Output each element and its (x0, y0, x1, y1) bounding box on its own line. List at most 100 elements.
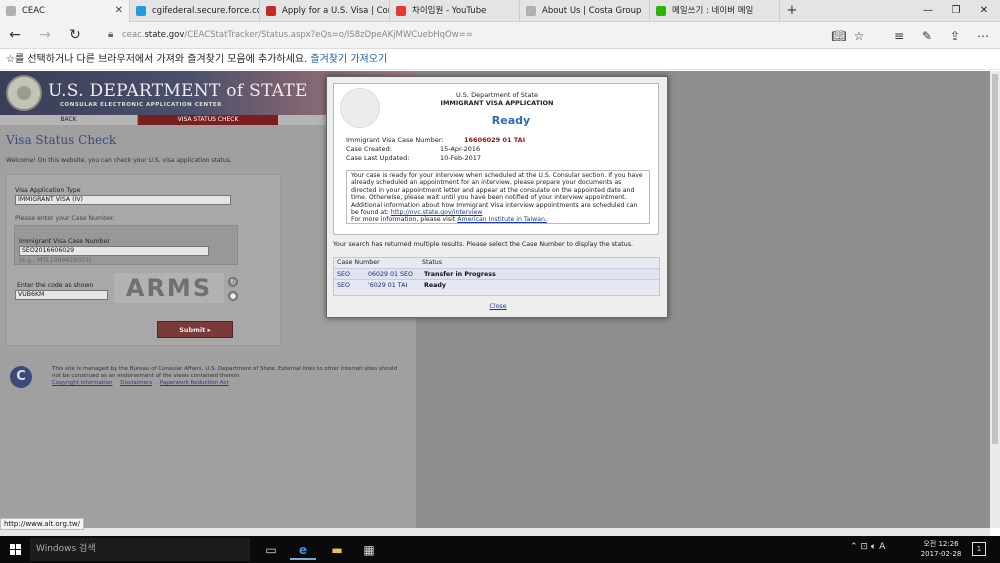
status-header: Status (422, 259, 443, 266)
case-number-box: Immigrant Visa Case Number SEO2016606029… (14, 225, 238, 265)
system-tray[interactable]: ⌃ ⊡ 🔈︎ A (850, 542, 885, 552)
tab-label: Apply for a U.S. Visa | Conta (282, 6, 390, 16)
hub-icon[interactable]: ≡ (890, 27, 908, 45)
modal-app-type: IMMIGRANT VISA APPLICATION (440, 99, 554, 107)
status-form: Visa Application Type IMMIGRANT VISA (IV… (6, 174, 281, 346)
nvc-interview-link[interactable]: http://nvc.state.gov/interview (391, 209, 483, 216)
table-row[interactable]: SEO 06029 01 SEO Transfer in Progress (334, 268, 659, 279)
dept-subtitle: CONSULAR ELECTRONIC APPLICATION CENTER (60, 102, 222, 108)
show-hidden-icon[interactable]: ⌃ (850, 542, 858, 552)
status-message: Your case is ready for your interview wh… (346, 170, 650, 224)
edge-icon[interactable]: e (290, 540, 316, 560)
case-updated-label: Case Last Updated: (346, 154, 410, 162)
minimize-button[interactable]: — (914, 0, 942, 22)
tab-bar: CEAC ✕ cgifederal.secure.force.com Apply… (0, 0, 1000, 22)
naver-favicon-icon (656, 6, 666, 16)
tab-label: cgifederal.secure.force.com (152, 6, 260, 16)
paperwork-link[interactable]: Paperwork Reduction Act (160, 380, 229, 386)
file-explorer-icon[interactable]: ▬ (324, 540, 350, 560)
tab-label: About Us | Costa Group (542, 6, 642, 16)
app-type-label: Visa Application Type (15, 187, 81, 194)
favorites-hint: ☆를 선택하거나 다른 브라우저에서 가져와 즐겨찾기 모음에 추가하세요. (6, 54, 311, 65)
arrow-right-icon: ▸ (207, 326, 211, 334)
page-footer: C This site is managed by the Bureau of … (0, 354, 416, 394)
task-view-icon[interactable]: ▭ (258, 540, 284, 560)
reading-view-icon[interactable]: 📖︎ (830, 27, 848, 45)
multiple-results-text: Your search has returned multiple result… (333, 241, 633, 248)
case-number-header: Case Number (337, 259, 380, 266)
app-type-select[interactable]: IMMIGRANT VISA (IV) (15, 195, 231, 205)
tab-ceac[interactable]: CEAC ✕ (0, 0, 130, 22)
windows-start-icon[interactable] (10, 544, 22, 556)
table-row[interactable]: SEO '6029 01 TAI Ready (334, 279, 659, 290)
tab-naver-mail[interactable]: 메일쓰기 : 네이버 메일 (650, 0, 780, 22)
case-created-label: Case Created: (346, 145, 392, 153)
tab-label: 차이임원 - YouTube (412, 6, 487, 16)
case-number-value: 16606029 01 TAI (464, 136, 526, 144)
horizontal-scrollbar[interactable] (0, 528, 990, 536)
navigation-bar: ← → ↻ 🔒︎ ceac.state.gov/CEACStatTracker/… (0, 22, 1000, 49)
close-tab-icon[interactable]: ✕ (115, 0, 123, 22)
action-center-icon[interactable]: 1 (972, 542, 986, 556)
clock[interactable]: 오전 12:26 2017-02-28 (918, 539, 964, 559)
favorites-bar: ☆를 선택하거나 다른 브라우저에서 가져와 즐겨찾기 모음에 추가하세요. 즐… (0, 49, 1000, 70)
forward-arrow-icon[interactable]: → (34, 26, 56, 44)
tab-label: CEAC (22, 6, 45, 16)
favorite-star-icon[interactable]: ☆ (850, 27, 868, 45)
address-bar[interactable]: ceac.state.gov/CEACStatTracker/Status.as… (122, 30, 473, 40)
captcha-input[interactable]: VUB6KM (15, 290, 108, 300)
ime-icon[interactable]: A (879, 542, 885, 552)
store-icon[interactable]: ▦ (356, 540, 382, 560)
consular-logo-icon: C (10, 366, 32, 388)
refresh-icon[interactable]: ↻ (64, 26, 86, 44)
submit-button[interactable]: Submit ▸ (157, 321, 233, 338)
close-window-button[interactable]: ✕ (970, 0, 998, 22)
case-updated-value: 10-Feb-2017 (440, 154, 482, 162)
page-overlay: U.S. DEPARTMENT of STATE CONSULAR ELECTR… (0, 71, 990, 528)
results-table: Case Number Status SEO 06029 01 SEO Tran… (333, 257, 660, 296)
volume-icon[interactable]: 🔈︎ (871, 542, 876, 552)
copyright-link[interactable]: Copyright Information (52, 380, 112, 386)
windows-search-box[interactable]: Windows 검색 (30, 538, 250, 561)
submit-label: Submit (179, 326, 206, 334)
captcha-image: ARMS (114, 273, 224, 303)
web-note-icon[interactable]: ✎ (918, 27, 936, 45)
back-link[interactable]: BACK (0, 115, 138, 125)
modal-dept: U.S. Department of State (455, 91, 539, 99)
case-number-input[interactable]: SEO2016606029 (19, 246, 209, 256)
ait-link[interactable]: American Institute in Taiwan. (457, 216, 547, 223)
case-post[interactable]: SEO (337, 280, 350, 291)
network-icon[interactable]: ⊡ (860, 542, 868, 552)
scrollbar-thumb[interactable] (992, 74, 998, 444)
browser-window: CEAC ✕ cgifederal.secure.force.com Apply… (0, 0, 1000, 563)
close-link[interactable]: Close (327, 303, 669, 310)
import-favorites-link[interactable]: 즐겨찾기 가져오기 (310, 54, 387, 65)
taskbar: Windows 검색 ▭ e ▬ ▦ ⌃ ⊡ 🔈︎ A 오전 12:26 2017… (0, 536, 1000, 563)
tab-youtube[interactable]: 차이임원 - YouTube (390, 0, 520, 22)
restore-button[interactable]: ❐ (942, 0, 970, 22)
welcome-text: Welcome! On this website, you can check … (6, 157, 232, 164)
page-title: Visa Status Check (6, 133, 117, 147)
more-icon[interactable]: ⋯ (974, 27, 992, 45)
status-cell: Ready (424, 282, 446, 289)
enter-case-text: Please enter your Case Number. (15, 215, 115, 222)
back-arrow-icon[interactable]: ← (4, 26, 26, 44)
new-tab-button[interactable]: + (783, 0, 801, 22)
status-card: U.S. Department of State IMMIGRANT VISA … (333, 83, 659, 235)
share-icon[interactable]: ⇪ (946, 27, 964, 45)
footer-disclaimer: This site is managed by the Bureau of Co… (52, 366, 398, 379)
tab-cgifederal[interactable]: cgifederal.secure.force.com (130, 0, 260, 22)
status-url: http://www.ait.org.tw/ (0, 518, 84, 530)
visa-status-check-tab[interactable]: VISA STATUS CHECK (138, 115, 278, 125)
case-created-value: 15-Apr-2016 (440, 145, 481, 153)
disclaimers-link[interactable]: Disclaimers (120, 380, 152, 386)
lock-icon: 🔒︎ (108, 29, 114, 40)
tab-apply-visa[interactable]: Apply for a U.S. Visa | Conta (260, 0, 390, 22)
clock-date: 2017-02-28 (920, 550, 962, 558)
refresh-captcha-icon[interactable]: ↻ (228, 277, 238, 287)
case-number-cell[interactable]: '6029 01 TAI (368, 280, 407, 291)
tab-costa[interactable]: About Us | Costa Group (520, 0, 650, 22)
case-number-label: Immigrant Visa Case Number (19, 238, 110, 245)
audio-captcha-icon[interactable]: ● (228, 291, 238, 301)
more-info-text: For more information, please visit (351, 216, 458, 224)
